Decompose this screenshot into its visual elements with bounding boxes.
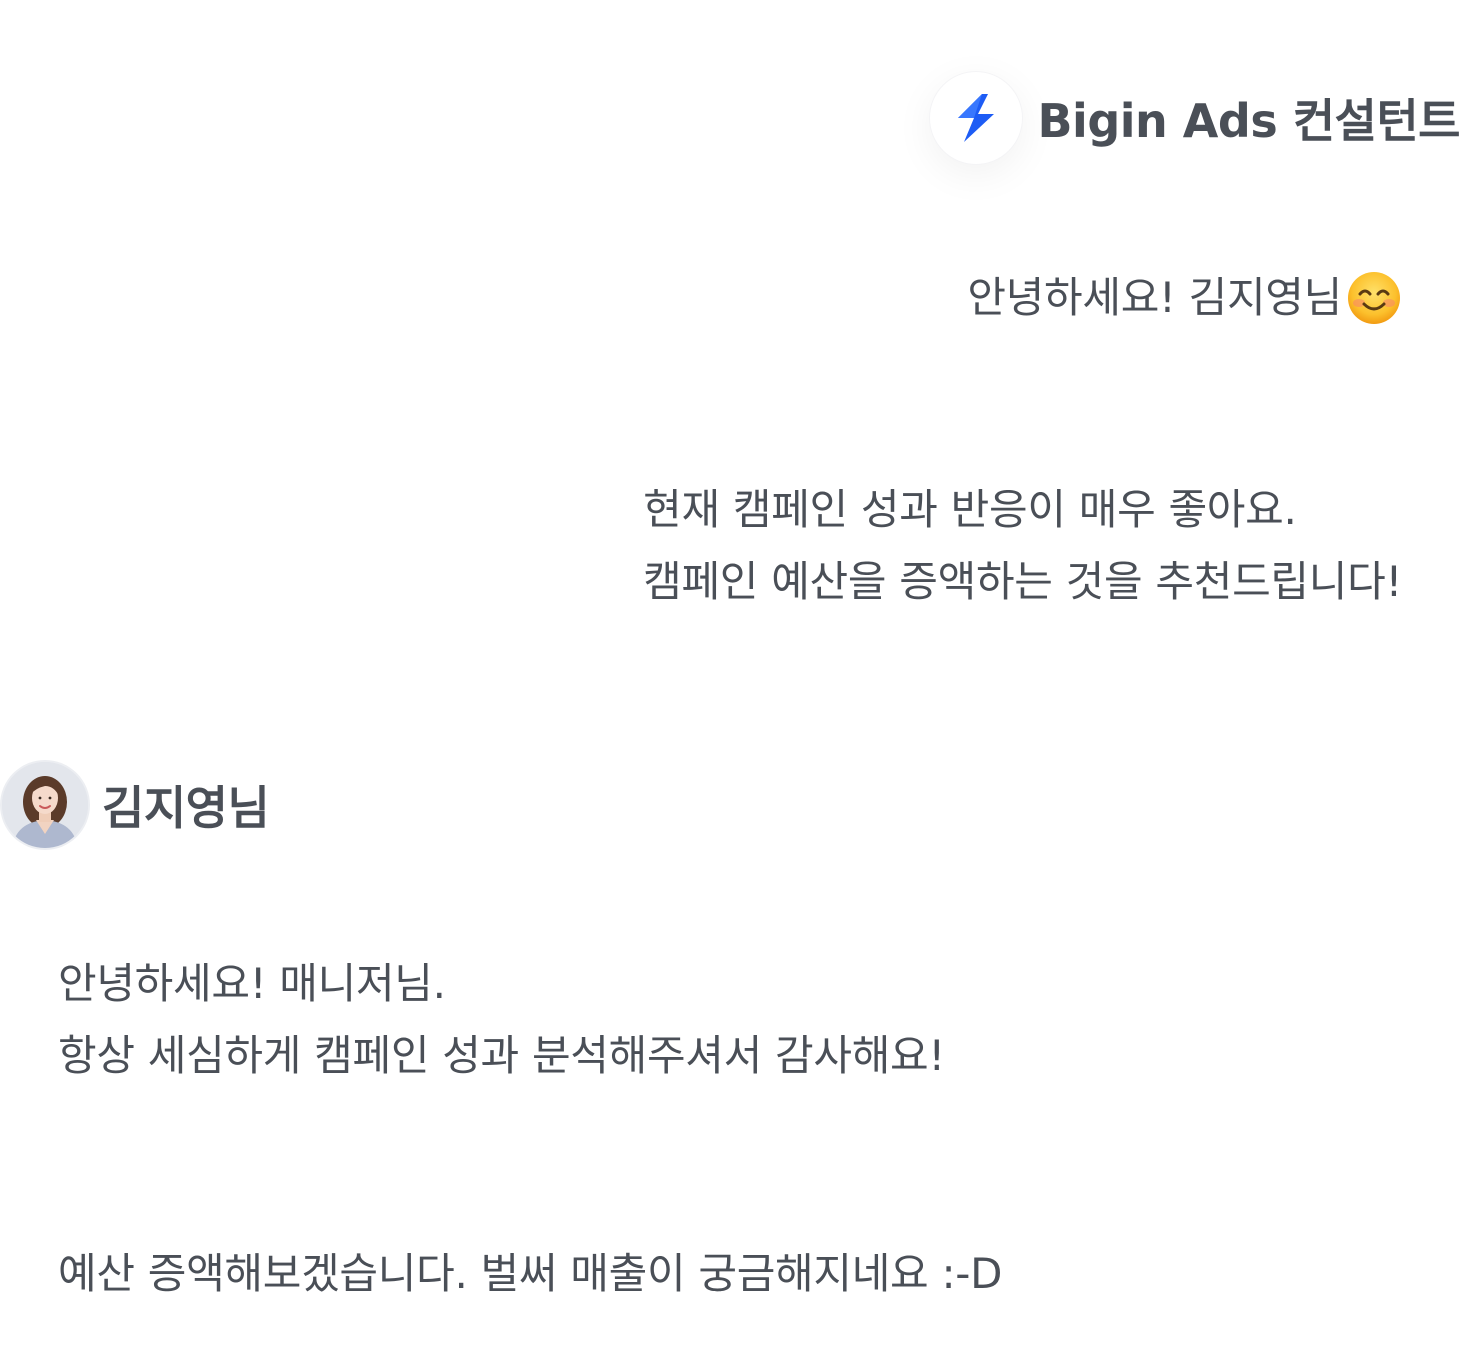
customer-message: 예산 증액해보겠습니다. 벌써 매출이 궁금해지네요 :-D <box>58 1238 1003 1310</box>
consultant-avatar <box>929 72 1022 164</box>
customer-name: 김지영님 <box>102 781 270 835</box>
customer-message: 안녕하세요! 매니저님. 항상 세심하게 캠페인 성과 분석해주셔서 감사해요! <box>58 948 945 1092</box>
consultant-name: Bigin Ads 컨설턴트 <box>1037 94 1461 148</box>
message-line: 캠페인 예산을 증액하는 것을 추천드립니다! <box>643 557 1402 606</box>
smiling-face-emoji-icon <box>1346 270 1402 326</box>
message-line: 예산 증액해보겠습니다. 벌써 매출이 궁금해지네요 :-D <box>58 1249 1003 1298</box>
customer-header: 김지영님 <box>2 762 270 848</box>
message-line: 안녕하세요! 매니저님. <box>58 959 446 1008</box>
message-line: 항상 세심하게 캠페인 성과 분석해주셔서 감사해요! <box>58 1031 945 1080</box>
consultant-message: 안녕하세요! 김지영님 <box>967 262 1402 334</box>
consultant-message: 현재 캠페인 성과 반응이 매우 좋아요. 캠페인 예산을 증액하는 것을 추천… <box>643 474 1402 618</box>
user-avatar-photo <box>2 762 88 848</box>
consultant-header: Bigin Ads 컨설턴트 <box>929 72 1461 164</box>
message-line: 현재 캠페인 성과 반응이 매우 좋아요. <box>643 485 1297 534</box>
bigin-lightning-logo-icon <box>957 94 994 142</box>
message-text: 안녕하세요! 김지영님 <box>967 273 1342 322</box>
